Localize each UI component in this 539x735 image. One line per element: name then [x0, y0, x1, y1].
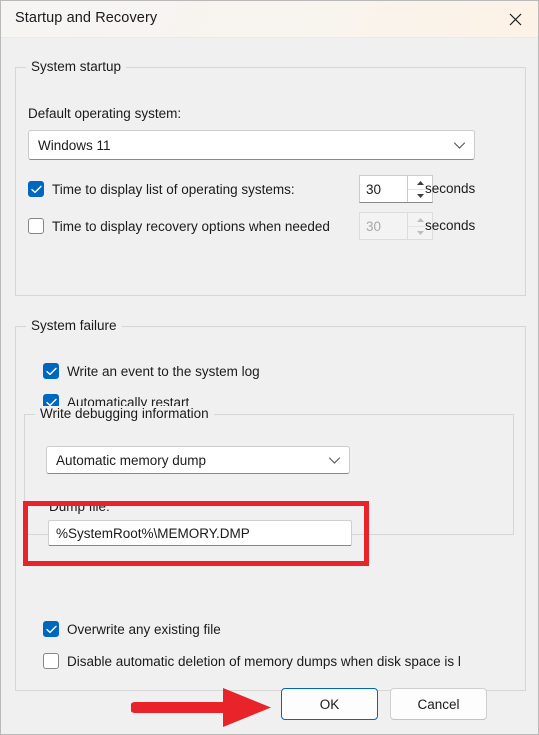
dialog-client-area: System startup Default operating system:…	[1, 38, 538, 734]
default-os-label: Default operating system:	[28, 106, 182, 121]
caret-up-icon	[416, 180, 424, 185]
time-to-display-recovery-checkbox[interactable]	[28, 218, 44, 234]
time-to-display-list-label: Time to display list of operating system…	[52, 181, 295, 197]
time-to-display-list-units: seconds	[425, 181, 476, 196]
caret-down-icon	[416, 231, 424, 235]
red-arrow-annotation	[131, 688, 271, 727]
dump-type-combobox[interactable]: Automatic memory dump	[46, 446, 350, 474]
chevron-down-icon	[444, 141, 474, 150]
window-title: Startup and Recovery	[15, 10, 158, 26]
default-os-value: Windows 11	[38, 137, 111, 153]
time-to-display-list-value[interactable]: 30	[360, 176, 407, 202]
write-event-checkbox-row[interactable]: Write an event to the system log	[43, 363, 260, 379]
overwrite-existing-file-checkbox-row[interactable]: Overwrite any existing file	[43, 621, 221, 637]
dump-file-label: Dump file:	[49, 499, 110, 514]
dump-type-value: Automatic memory dump	[56, 452, 207, 468]
chevron-down-icon	[319, 456, 349, 465]
cancel-button[interactable]: Cancel	[390, 688, 487, 720]
system-startup-legend: System startup	[26, 59, 127, 74]
time-to-display-recovery-checkbox-row[interactable]: Time to display recovery options when ne…	[28, 218, 330, 234]
ok-button[interactable]: OK	[281, 688, 378, 720]
disable-automatic-deletion-label: Disable automatic deletion of memory dum…	[67, 653, 461, 669]
checkmark-icon	[45, 367, 57, 375]
time-to-display-list-checkbox[interactable]	[28, 181, 44, 197]
time-to-display-recovery-label: Time to display recovery options when ne…	[52, 218, 330, 234]
overwrite-existing-file-label: Overwrite any existing file	[67, 621, 221, 637]
write-debugging-information-legend: Write debugging information	[35, 406, 214, 421]
checkmark-icon	[45, 625, 57, 633]
startup-and-recovery-dialog: Startup and Recovery System startup Defa…	[0, 0, 539, 735]
caret-down-icon	[416, 194, 424, 198]
time-to-display-list-checkbox-row[interactable]: Time to display list of operating system…	[28, 181, 295, 197]
system-failure-group: System failure Write an event to the sys…	[15, 318, 526, 691]
default-os-combobox[interactable]: Windows 11	[28, 130, 475, 160]
close-button[interactable]	[492, 1, 538, 37]
disable-automatic-deletion-checkbox-row[interactable]: Disable automatic deletion of memory dum…	[43, 653, 461, 669]
overwrite-existing-file-checkbox[interactable]	[43, 621, 59, 637]
title-bar: Startup and Recovery	[1, 1, 538, 38]
time-to-display-recovery-value[interactable]: 30	[360, 213, 407, 239]
checkmark-icon	[30, 185, 42, 193]
disable-automatic-deletion-checkbox[interactable]	[43, 653, 59, 669]
close-icon	[509, 13, 521, 25]
write-debugging-information-group: Write debugging information	[24, 406, 514, 535]
write-event-label: Write an event to the system log	[67, 363, 260, 379]
time-to-display-list-spinner[interactable]: 30	[359, 175, 433, 203]
caret-up-icon	[416, 217, 424, 222]
dump-file-input[interactable]: %SystemRoot%\MEMORY.DMP	[48, 520, 352, 546]
time-to-display-recovery-spinner[interactable]: 30	[359, 212, 433, 240]
system-failure-legend: System failure	[26, 318, 122, 333]
write-event-checkbox[interactable]	[43, 363, 59, 379]
time-to-display-recovery-units: seconds	[425, 218, 476, 233]
